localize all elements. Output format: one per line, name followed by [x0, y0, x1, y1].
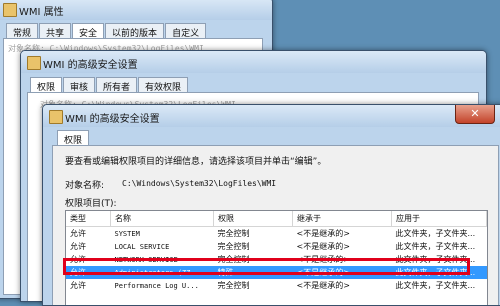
object-name-label: 对象名称: — [65, 181, 105, 191]
table-row[interactable]: 允许 SYSTEM 完全控制 <不是继承的> 此文件夹，子文件夹... — [66, 227, 487, 241]
row-type: 允许 — [70, 229, 86, 238]
instruction-text: 要查看或编辑权限项目的详细信息，请选择该项目并单击“编辑”。 — [65, 157, 327, 167]
col-applies-to[interactable]: 应用于 — [391, 211, 487, 227]
table-row[interactable]: 允许 Performance Log U... 完全控制 <不是继承的> 此文件… — [66, 279, 487, 292]
row-applies: 此文件夹，子文件夹... — [391, 266, 487, 279]
row-permission: 完全控制 — [217, 229, 250, 238]
col-permission[interactable]: 权限 — [213, 211, 293, 227]
permission-entries-list[interactable]: 类型 名称 权限 继承于 应用于 允许 SYSTEM 完全控制 <不是继承的> … — [65, 210, 488, 305]
row-type: 允许 — [66, 266, 111, 279]
row-permission: 完全控制 — [217, 281, 250, 290]
folder-icon — [3, 3, 17, 17]
permissions-panel: 要查看或编辑权限项目的详细信息，请选择该项目并单击“编辑”。 对象名称: C:\… — [52, 145, 499, 305]
row-inherited: <不是继承的> — [296, 281, 350, 290]
entries-label: 权限项目(T): — [65, 199, 117, 209]
permission-table: 类型 名称 权限 继承于 应用于 允许 SYSTEM 完全控制 <不是继承的> … — [66, 211, 487, 292]
row-applies: 此文件夹，子文件夹... — [395, 242, 476, 251]
table-row-selected[interactable]: 允许 Administrators (ZZ... 特殊 <不是继承的> 此文件夹… — [66, 266, 487, 279]
row-permission: 特殊 — [213, 266, 293, 279]
close-button[interactable]: ✕ — [455, 105, 495, 124]
row-name: LOCAL SERVICE — [114, 242, 170, 251]
row-inherited: <不是继承的> — [296, 242, 350, 251]
col-type[interactable]: 类型 — [66, 211, 111, 227]
row-applies: 此文件夹，子文件夹... — [395, 229, 476, 238]
row-type: 允许 — [70, 255, 86, 264]
row-inherited: <不是继承的> — [296, 229, 350, 238]
row-name: Administrators (ZZ... — [110, 266, 214, 279]
row-inherited: <不是继承的> — [296, 255, 350, 264]
row-name: NETWORK SERVICE — [114, 255, 178, 264]
col-name[interactable]: 名称 — [110, 211, 214, 227]
object-path: C:\Windows\System32\LogFiles\WMI — [122, 179, 277, 188]
row-name: SYSTEM — [114, 229, 140, 238]
row-type: 允许 — [70, 281, 86, 290]
row-name: Performance Log U... — [114, 281, 199, 290]
row-applies: 此文件夹，子文件夹... — [395, 255, 476, 264]
window-title: WMI 属性 — [19, 7, 64, 18]
table-row[interactable]: 允许 NETWORK SERVICE 完全控制 <不是继承的> 此文件夹，子文件… — [66, 253, 487, 266]
row-permission: 完全控制 — [217, 255, 250, 264]
window-title: WMI 的高级安全设置 — [65, 114, 160, 125]
row-permission: 完全控制 — [217, 242, 250, 251]
title-bar[interactable]: WMI 属性 — [0, 0, 272, 20]
folder-icon — [49, 110, 63, 124]
col-inherited-from[interactable]: 继承于 — [292, 211, 392, 227]
window-title: WMI 的高级安全设置 — [43, 60, 138, 71]
title-bar[interactable]: WMI 的高级安全设置 ✕ — [43, 105, 500, 127]
row-applies: 此文件夹，子文件夹... — [395, 281, 476, 290]
advanced-security-window: WMI 的高级安全设置 ✕ 权限 要查看或编辑权限项目的详细信息，请选择该项目并… — [42, 104, 500, 306]
table-row[interactable]: 允许 LOCAL SERVICE 完全控制 <不是继承的> 此文件夹，子文件夹.… — [66, 240, 487, 253]
title-bar[interactable]: WMI 的高级安全设置 — [21, 51, 486, 73]
folder-icon — [27, 56, 41, 70]
row-inherited: <不是继承的> — [292, 266, 392, 279]
row-type: 允许 — [70, 242, 86, 251]
